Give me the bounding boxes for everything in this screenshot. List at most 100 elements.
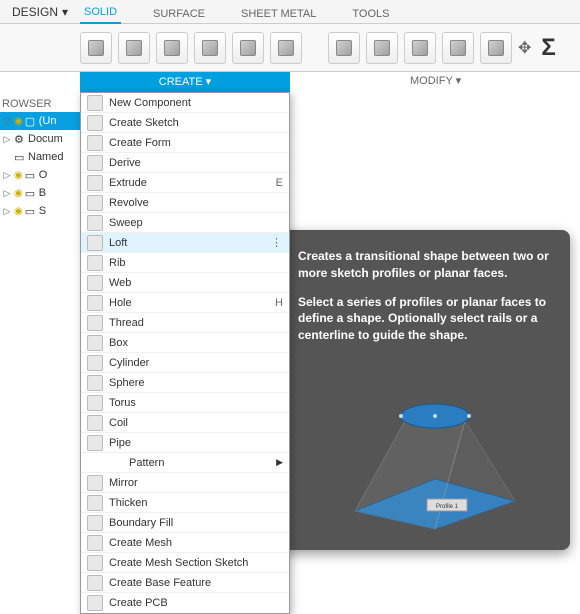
thicken-icon [87,495,103,511]
tool-modify-4[interactable] [442,32,474,64]
menu-item-label: Create Mesh Section Sketch [109,557,283,569]
rib-icon [87,255,103,271]
tree-label: (Un [39,115,57,127]
menu-item-create-sketch[interactable]: Create Sketch [81,113,289,133]
menu-item-box[interactable]: Box [81,333,289,353]
lightbulb-icon[interactable]: ◉ [14,188,23,199]
menu-item-revolve[interactable]: Revolve [81,193,289,213]
menu-item-label: Hole [109,297,269,309]
expand-icon[interactable]: ▷ [2,188,12,199]
menu-item-hole[interactable]: Hole H [81,293,289,313]
menu-item-thicken[interactable]: Thicken [81,493,289,513]
menu-item-pattern[interactable]: Pattern▶ [81,453,289,473]
menu-item-create-mesh[interactable]: Create Mesh [81,533,289,553]
menu-item-thread[interactable]: Thread [81,313,289,333]
move-icon[interactable]: ✥ [518,38,531,58]
expand-icon[interactable]: ▷ [2,206,12,217]
menu-item-label: Cylinder [109,357,283,369]
design-dropdown[interactable]: DESIGN ▾ [4,3,76,21]
tab-tools[interactable]: TOOLS [348,4,393,24]
lightbulb-icon[interactable]: ◉ [14,206,23,217]
lightbulb-icon[interactable]: ◉ [14,116,23,127]
menu-item-label: Create Base Feature [109,577,283,589]
tool-modify-5[interactable] [480,32,512,64]
submenu-arrow-icon: ▶ [276,457,283,468]
tree-label: Named [28,151,63,163]
create-dropdown-header[interactable]: CREATE ▾ [80,72,290,92]
menu-item-mirror[interactable]: Mirror [81,473,289,493]
derive-icon [87,155,103,171]
menu-item-boundary-fill[interactable]: Boundary Fill [81,513,289,533]
tool-new-sketch[interactable] [80,32,112,64]
expand-icon[interactable]: ▷ [2,170,12,181]
expand-icon[interactable]: ▽ [2,116,12,127]
menu-item-rib[interactable]: Rib [81,253,289,273]
coil-icon [87,415,103,431]
menu-shortcut: H [275,297,283,309]
tree-node-named[interactable]: ▭ Named [0,148,80,166]
tool-hole[interactable] [232,32,264,64]
menu-item-label: Sweep [109,217,283,229]
top-bar: DESIGN ▾ SOLID SURFACE SHEET METAL TOOLS [0,0,580,24]
tooltip-line2: Select a series of profiles or planar fa… [298,294,552,344]
expand-icon[interactable]: ▷ [2,134,12,145]
menu-item-sweep[interactable]: Sweep [81,213,289,233]
menu-item-label: Boundary Fill [109,517,283,529]
tree-node-root[interactable]: ▽ ◉ ▢ (Un [0,112,80,130]
sweep-icon [87,215,103,231]
tool-revolve[interactable] [194,32,226,64]
design-label: DESIGN [12,5,58,19]
thread-icon [87,315,103,331]
tool-modify-2[interactable] [366,32,398,64]
parameters-sigma-icon[interactable]: Σ [541,34,555,62]
menu-item-label: Rib [109,257,283,269]
menu-item-extrude[interactable]: ExtrudeE [81,173,289,193]
mesh-section-icon [87,555,103,571]
extrude-icon [87,175,103,191]
loft-icon [87,235,103,251]
tab-solid[interactable]: SOLID [80,2,121,24]
tree-label: Docum [28,133,63,145]
tool-pattern[interactable] [270,32,302,64]
tree-node-origin[interactable]: ▷ ◉ ▭ O [0,166,80,184]
menu-item-pipe[interactable]: Pipe [81,433,289,453]
tool-modify-3[interactable] [404,32,436,64]
mesh-icon [87,535,103,551]
tree-node-bodies[interactable]: ▷ ◉ ▭ B [0,184,80,202]
menu-item-create-form[interactable]: Create Form [81,133,289,153]
menu-item-create-base-feature[interactable]: Create Base Feature [81,573,289,593]
tab-sheet-metal[interactable]: SHEET METAL [237,4,320,24]
menu-item-sphere[interactable]: Sphere [81,373,289,393]
menu-item-label: Torus [109,397,283,409]
menu-item-cylinder[interactable]: Cylinder [81,353,289,373]
menu-item-create-mesh-section-sketch[interactable]: Create Mesh Section Sketch [81,553,289,573]
menu-item-new-component[interactable]: New Component [81,93,289,113]
menu-item-coil[interactable]: Coil [81,413,289,433]
tool-box[interactable] [118,32,150,64]
component-icon: ▢ [25,115,37,128]
folder-icon: ▭ [25,169,37,182]
folder-icon: ▭ [25,205,37,218]
menu-item-label: Create PCB [109,597,283,609]
menu-item-web[interactable]: Web [81,273,289,293]
menu-item-create-pcb[interactable]: Create PCB [81,593,289,613]
menu-item-label: Sphere [109,377,283,389]
cylinder-icon [87,355,103,371]
lightbulb-icon[interactable]: ◉ [14,170,23,181]
modify-dropdown-label[interactable]: MODIFY ▾ [410,74,461,87]
tool-extrude[interactable] [156,32,188,64]
loft-illustration: Profile 1 [298,356,552,536]
menu-item-derive[interactable]: Derive [81,153,289,173]
menu-item-loft[interactable]: Loft⋮ [81,233,289,253]
menu-item-torus[interactable]: Torus [81,393,289,413]
folder-icon: ▭ [14,151,26,164]
tool-modify-1[interactable] [328,32,360,64]
tree-node-document[interactable]: ▷ ⚙ Docum [0,130,80,148]
tree-node-sketches[interactable]: ▷ ◉ ▭ S [0,202,80,220]
loft-tooltip: Creates a transitional shape between two… [280,230,570,550]
more-icon[interactable]: ⋮ [271,236,283,249]
menu-item-label: Create Form [109,137,283,149]
menu-item-label: Box [109,337,283,349]
tab-surface[interactable]: SURFACE [149,4,209,24]
browser-tree: ▽ ◉ ▢ (Un ▷ ⚙ Docum ▭ Named ▷ ◉ ▭ O ▷ ◉ … [0,112,80,220]
